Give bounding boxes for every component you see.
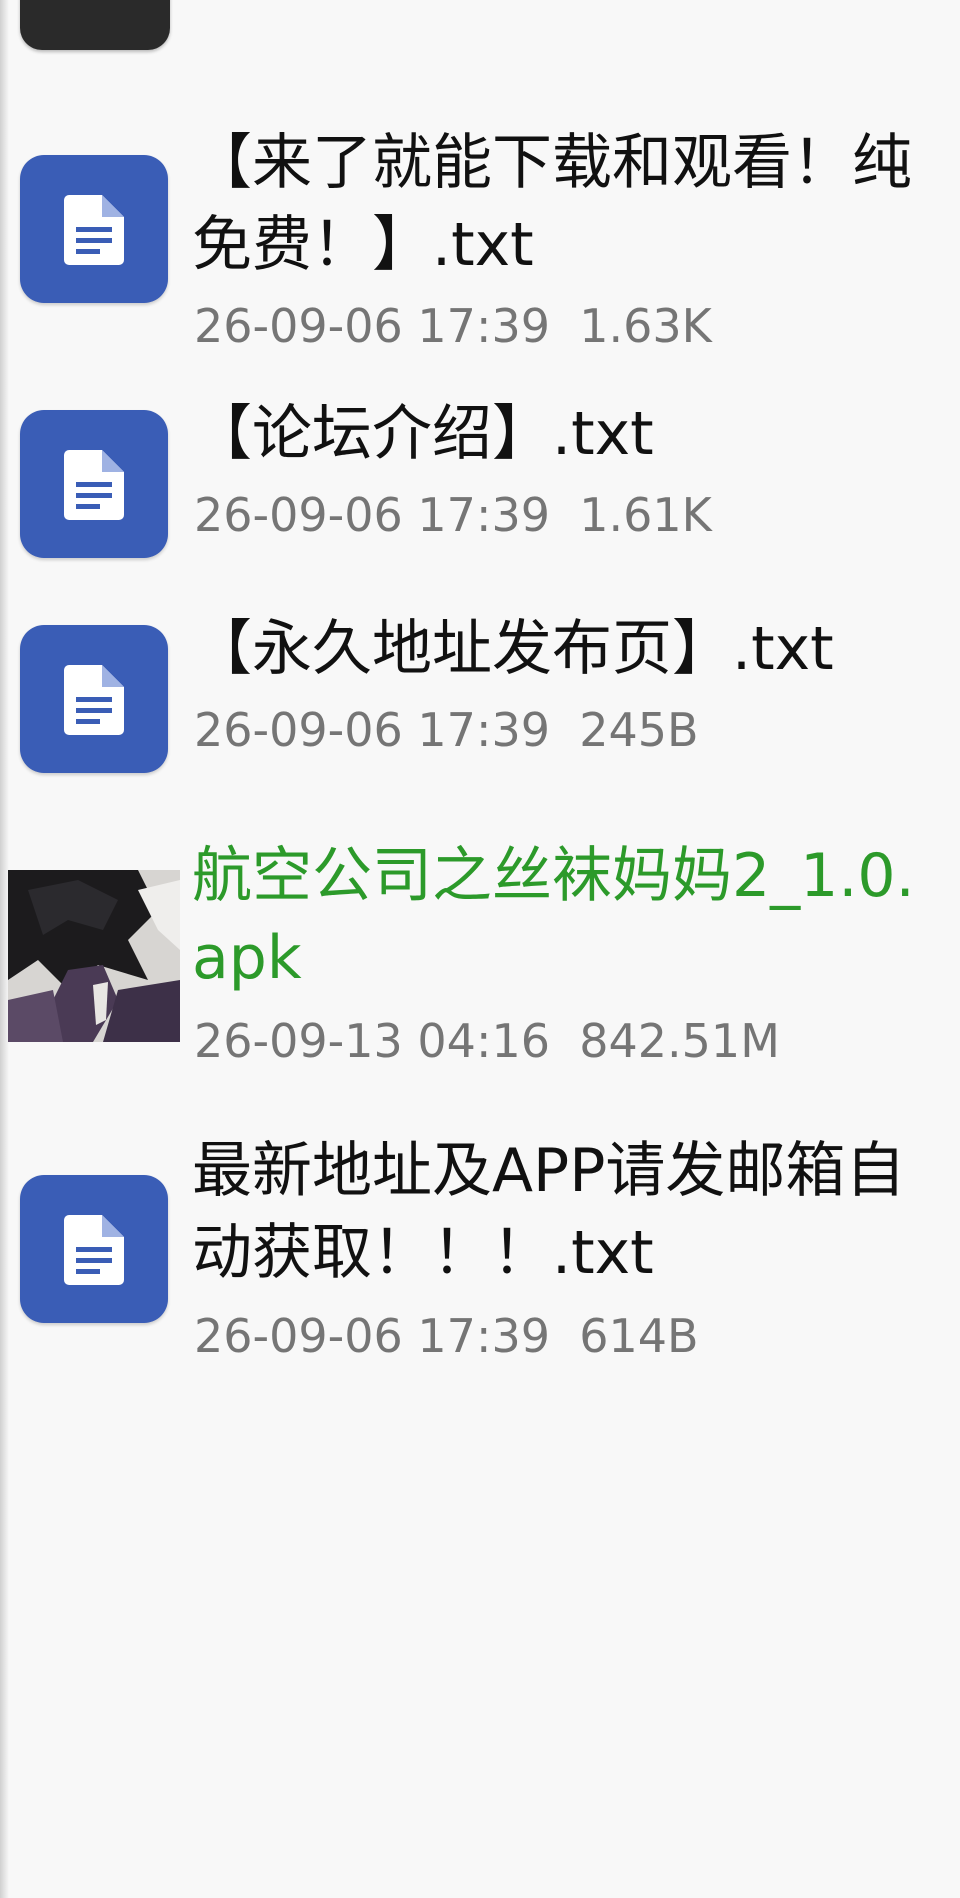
document-icon [20, 1175, 168, 1323]
file-name: 【来了就能下载和观看！纯免费！】.txt [192, 128, 912, 280]
file-date: 26-09-06 17:39 [194, 1309, 550, 1363]
file-name: 【论坛介绍】.txt [192, 399, 654, 469]
file-date: 26-09-06 17:39 [194, 299, 550, 353]
document-icon [20, 410, 168, 558]
file-size: 245B [579, 703, 699, 757]
file-date: 26-09-06 17:39 [194, 488, 550, 542]
file-meta: 26-09-06 17:39 245B [194, 702, 699, 758]
file-meta: 26-09-06 17:39 614B [194, 1308, 699, 1364]
file-name: 【永久地址发布页】.txt [192, 614, 834, 684]
file-name: 最新地址及APP请发邮箱自动获取！！！.txt [192, 1136, 906, 1288]
document-icon [20, 625, 168, 773]
file-date: 26-09-06 17:39 [194, 703, 550, 757]
file-item[interactable]: 【来了就能下载和观看！纯免费！】.txt 26-09-06 17:39 1.63… [0, 128, 960, 360]
file-name: 航空公司之丝袜妈妈2_1.0.apk [192, 841, 915, 993]
file-item[interactable]: 最新地址及APP请发邮箱自动获取！！！.txt 26-09-06 17:39 6… [0, 1130, 960, 1363]
file-meta: 26-09-06 17:39 1.61K [194, 487, 712, 543]
file-meta: 26-09-06 17:39 1.63K [194, 298, 712, 354]
app-thumbnail [8, 870, 180, 1042]
file-item[interactable]: 【论坛介绍】.txt 26-09-06 17:39 1.61K [0, 399, 960, 575]
file-size: 614B [579, 1309, 699, 1363]
partial-file-icon[interactable] [20, 0, 170, 50]
file-date: 26-09-13 04:16 [194, 1014, 550, 1068]
file-size: 1.61K [579, 488, 712, 542]
document-icon [20, 155, 168, 303]
file-size: 1.63K [579, 299, 712, 353]
file-size: 842.51M [579, 1014, 780, 1068]
file-item[interactable]: 【永久地址发布页】.txt 26-09-06 17:39 245B [0, 614, 960, 790]
file-item[interactable]: 航空公司之丝袜妈妈2_1.0.apk 26-09-13 04:16 842.51… [0, 835, 960, 1075]
file-meta: 26-09-13 04:16 842.51M [194, 1013, 780, 1069]
